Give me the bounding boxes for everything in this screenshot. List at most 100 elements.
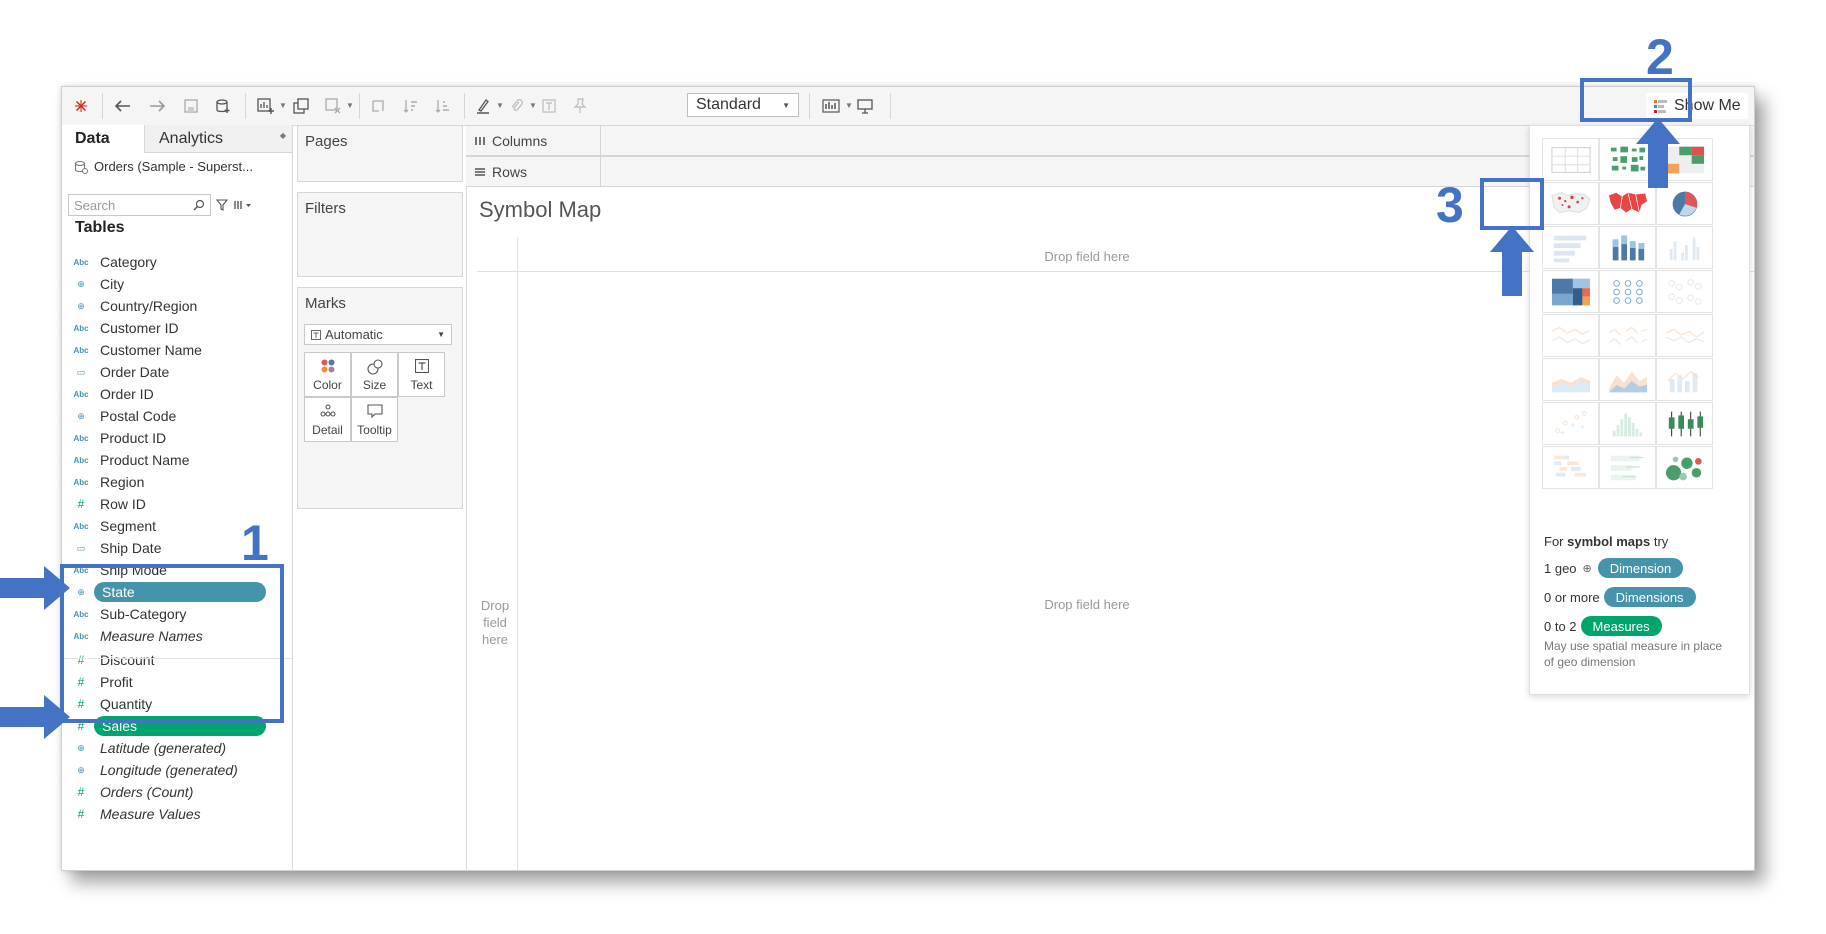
collapse-icon[interactable]: ◆	[280, 131, 286, 140]
swap-rows-columns-icon[interactable]	[367, 95, 389, 117]
color-label: Color	[313, 378, 342, 392]
field-category[interactable]: Abc Category	[70, 251, 156, 273]
field-search-input[interactable]: Search	[68, 194, 211, 216]
datasource-name: Orders (Sample - Superst...	[94, 159, 253, 174]
sort-descending-icon[interactable]	[432, 95, 454, 117]
detail-button[interactable]: Detail	[304, 397, 351, 442]
filters-card[interactable]: Filters	[297, 192, 463, 277]
hint-row-geo: 1 geo ⊕ Dimension	[1544, 558, 1684, 578]
globe-icon: ⊕	[1582, 562, 1592, 575]
string-type-icon: Abc	[73, 455, 89, 465]
show-mark-labels-icon[interactable]	[538, 95, 560, 117]
drop-zone-rows[interactable]: Drop field here	[477, 597, 513, 648]
highlight-icon[interactable]	[472, 95, 494, 117]
packed-bubbles-chart-option[interactable]	[1656, 446, 1713, 489]
annotation-box-symbol-map	[1480, 178, 1544, 230]
field-city[interactable]: ⊕ City	[70, 273, 124, 295]
calendar-icon: ▭	[76, 366, 86, 377]
field-region[interactable]: Abc Region	[70, 471, 144, 493]
new-worksheet-icon[interactable]	[255, 95, 277, 117]
datasource-item[interactable]: Orders (Sample - Superst...	[74, 159, 253, 174]
field-orders-count[interactable]: # Orders (Count)	[70, 781, 194, 803]
chevron-down-icon: ▼	[437, 330, 445, 339]
color-button[interactable]: Color	[304, 352, 351, 397]
automatic-mark-icon	[311, 330, 321, 340]
gantt-chart-chart-option[interactable]	[1542, 446, 1599, 489]
field-ship-date[interactable]: ▭ Ship Date	[70, 537, 162, 559]
circle-views-icon	[1612, 279, 1643, 304]
field-country-region[interactable]: ⊕ Country/Region	[70, 295, 197, 317]
view-options-icon[interactable]	[232, 194, 254, 216]
stacked-bars-chart-option[interactable]	[1599, 226, 1656, 269]
tooltip-icon	[352, 404, 397, 418]
bullet-graph-chart-option[interactable]	[1599, 446, 1656, 489]
clear-sheet-icon[interactable]	[322, 95, 344, 117]
tab-data[interactable]: Data	[62, 125, 144, 153]
circle-views-chart-option[interactable]	[1599, 270, 1656, 313]
size-button[interactable]: Size	[351, 352, 398, 397]
globe-icon: ⊕	[77, 764, 85, 775]
field-product-id[interactable]: Abc Product ID	[70, 427, 166, 449]
symbol-map-chart-option[interactable]	[1542, 182, 1599, 225]
tableau-logo-icon[interactable]	[70, 95, 92, 117]
field-latitude-generated[interactable]: ⊕ Latitude (generated)	[70, 737, 226, 759]
stacked-bars-icon	[1612, 235, 1644, 260]
rows-text: Rows	[492, 163, 528, 180]
fix-axes-icon[interactable]	[569, 95, 591, 117]
field-customer-name[interactable]: Abc Customer Name	[70, 339, 201, 361]
horizontal-bars-chart-option[interactable]	[1542, 226, 1599, 269]
rows-label: Rows	[466, 157, 601, 186]
filter-icon[interactable]	[215, 194, 229, 216]
field-order-date[interactable]: ▭ Order Date	[70, 361, 170, 383]
field-segment[interactable]: Abc Segment	[70, 515, 156, 537]
dual-lines-chart-option[interactable]	[1656, 314, 1713, 357]
text-button[interactable]: Text	[398, 352, 445, 397]
histogram-chart-option[interactable]	[1599, 402, 1656, 445]
tooltip-button[interactable]: Tooltip	[351, 397, 398, 442]
continuous-lines-chart-option[interactable]	[1542, 314, 1599, 357]
scatter-plot-chart-option[interactable]	[1542, 402, 1599, 445]
show-me-hint: For symbol maps try	[1544, 534, 1668, 549]
box-and-whisker-chart-option[interactable]	[1656, 402, 1713, 445]
rows-icon	[475, 167, 485, 176]
field-longitude-generated[interactable]: ⊕ Longitude (generated)	[70, 759, 238, 781]
show-cards-icon[interactable]	[819, 95, 843, 117]
bullet-graph-icon	[1610, 455, 1643, 480]
sort-ascending-icon[interactable]	[400, 95, 422, 117]
group-members-icon[interactable]	[505, 95, 527, 117]
pages-card[interactable]: Pages	[297, 125, 463, 182]
side-by-side-circles-chart-option[interactable]	[1656, 270, 1713, 313]
discrete-lines-chart-option[interactable]	[1599, 314, 1656, 357]
save-icon[interactable]	[180, 95, 202, 117]
area-discrete-chart-option[interactable]	[1599, 358, 1656, 401]
new-datasource-icon[interactable]	[212, 95, 234, 117]
hint-prefix: For	[1544, 534, 1568, 549]
drop-zone-columns[interactable]: Drop field here	[1007, 249, 1167, 264]
tab-analytics[interactable]: Analytics ◆	[144, 125, 292, 153]
search-placeholder: Search	[74, 197, 116, 213]
text-table-chart-option[interactable]	[1542, 138, 1599, 181]
undo-icon[interactable]	[112, 95, 134, 117]
treemap-chart-option[interactable]	[1542, 270, 1599, 313]
field-label: Segment	[100, 518, 157, 534]
divider	[517, 237, 518, 870]
field-measure-values[interactable]: # Measure Values	[70, 803, 201, 825]
mark-type-select[interactable]: Automatic ▼	[304, 324, 452, 345]
side-by-side-bars-chart-option[interactable]	[1656, 226, 1713, 269]
redo-icon[interactable]	[146, 95, 168, 117]
fit-size-select[interactable]: Standard ▼	[687, 93, 799, 117]
field-customer-id[interactable]: Abc Customer ID	[70, 317, 178, 339]
field-row-id[interactable]: # Row ID	[70, 493, 146, 515]
field-order-id[interactable]: Abc Order ID	[70, 383, 153, 405]
area-continuous-chart-option[interactable]	[1542, 358, 1599, 401]
field-postal-code[interactable]: ⊕ Postal Code	[70, 405, 176, 427]
field-product-name[interactable]: Abc Product Name	[70, 449, 189, 471]
fit-size-value: Standard	[696, 96, 761, 113]
presentation-mode-icon[interactable]	[854, 95, 876, 117]
duplicate-sheet-icon[interactable]	[290, 95, 312, 117]
sheet-title[interactable]: Symbol Map	[479, 197, 601, 223]
drop-zone-canvas[interactable]: Drop field here	[1007, 597, 1167, 612]
field-label: Product Name	[100, 452, 190, 468]
string-type-icon: Abc	[73, 521, 89, 531]
dual-combination-chart-option[interactable]	[1656, 358, 1713, 401]
